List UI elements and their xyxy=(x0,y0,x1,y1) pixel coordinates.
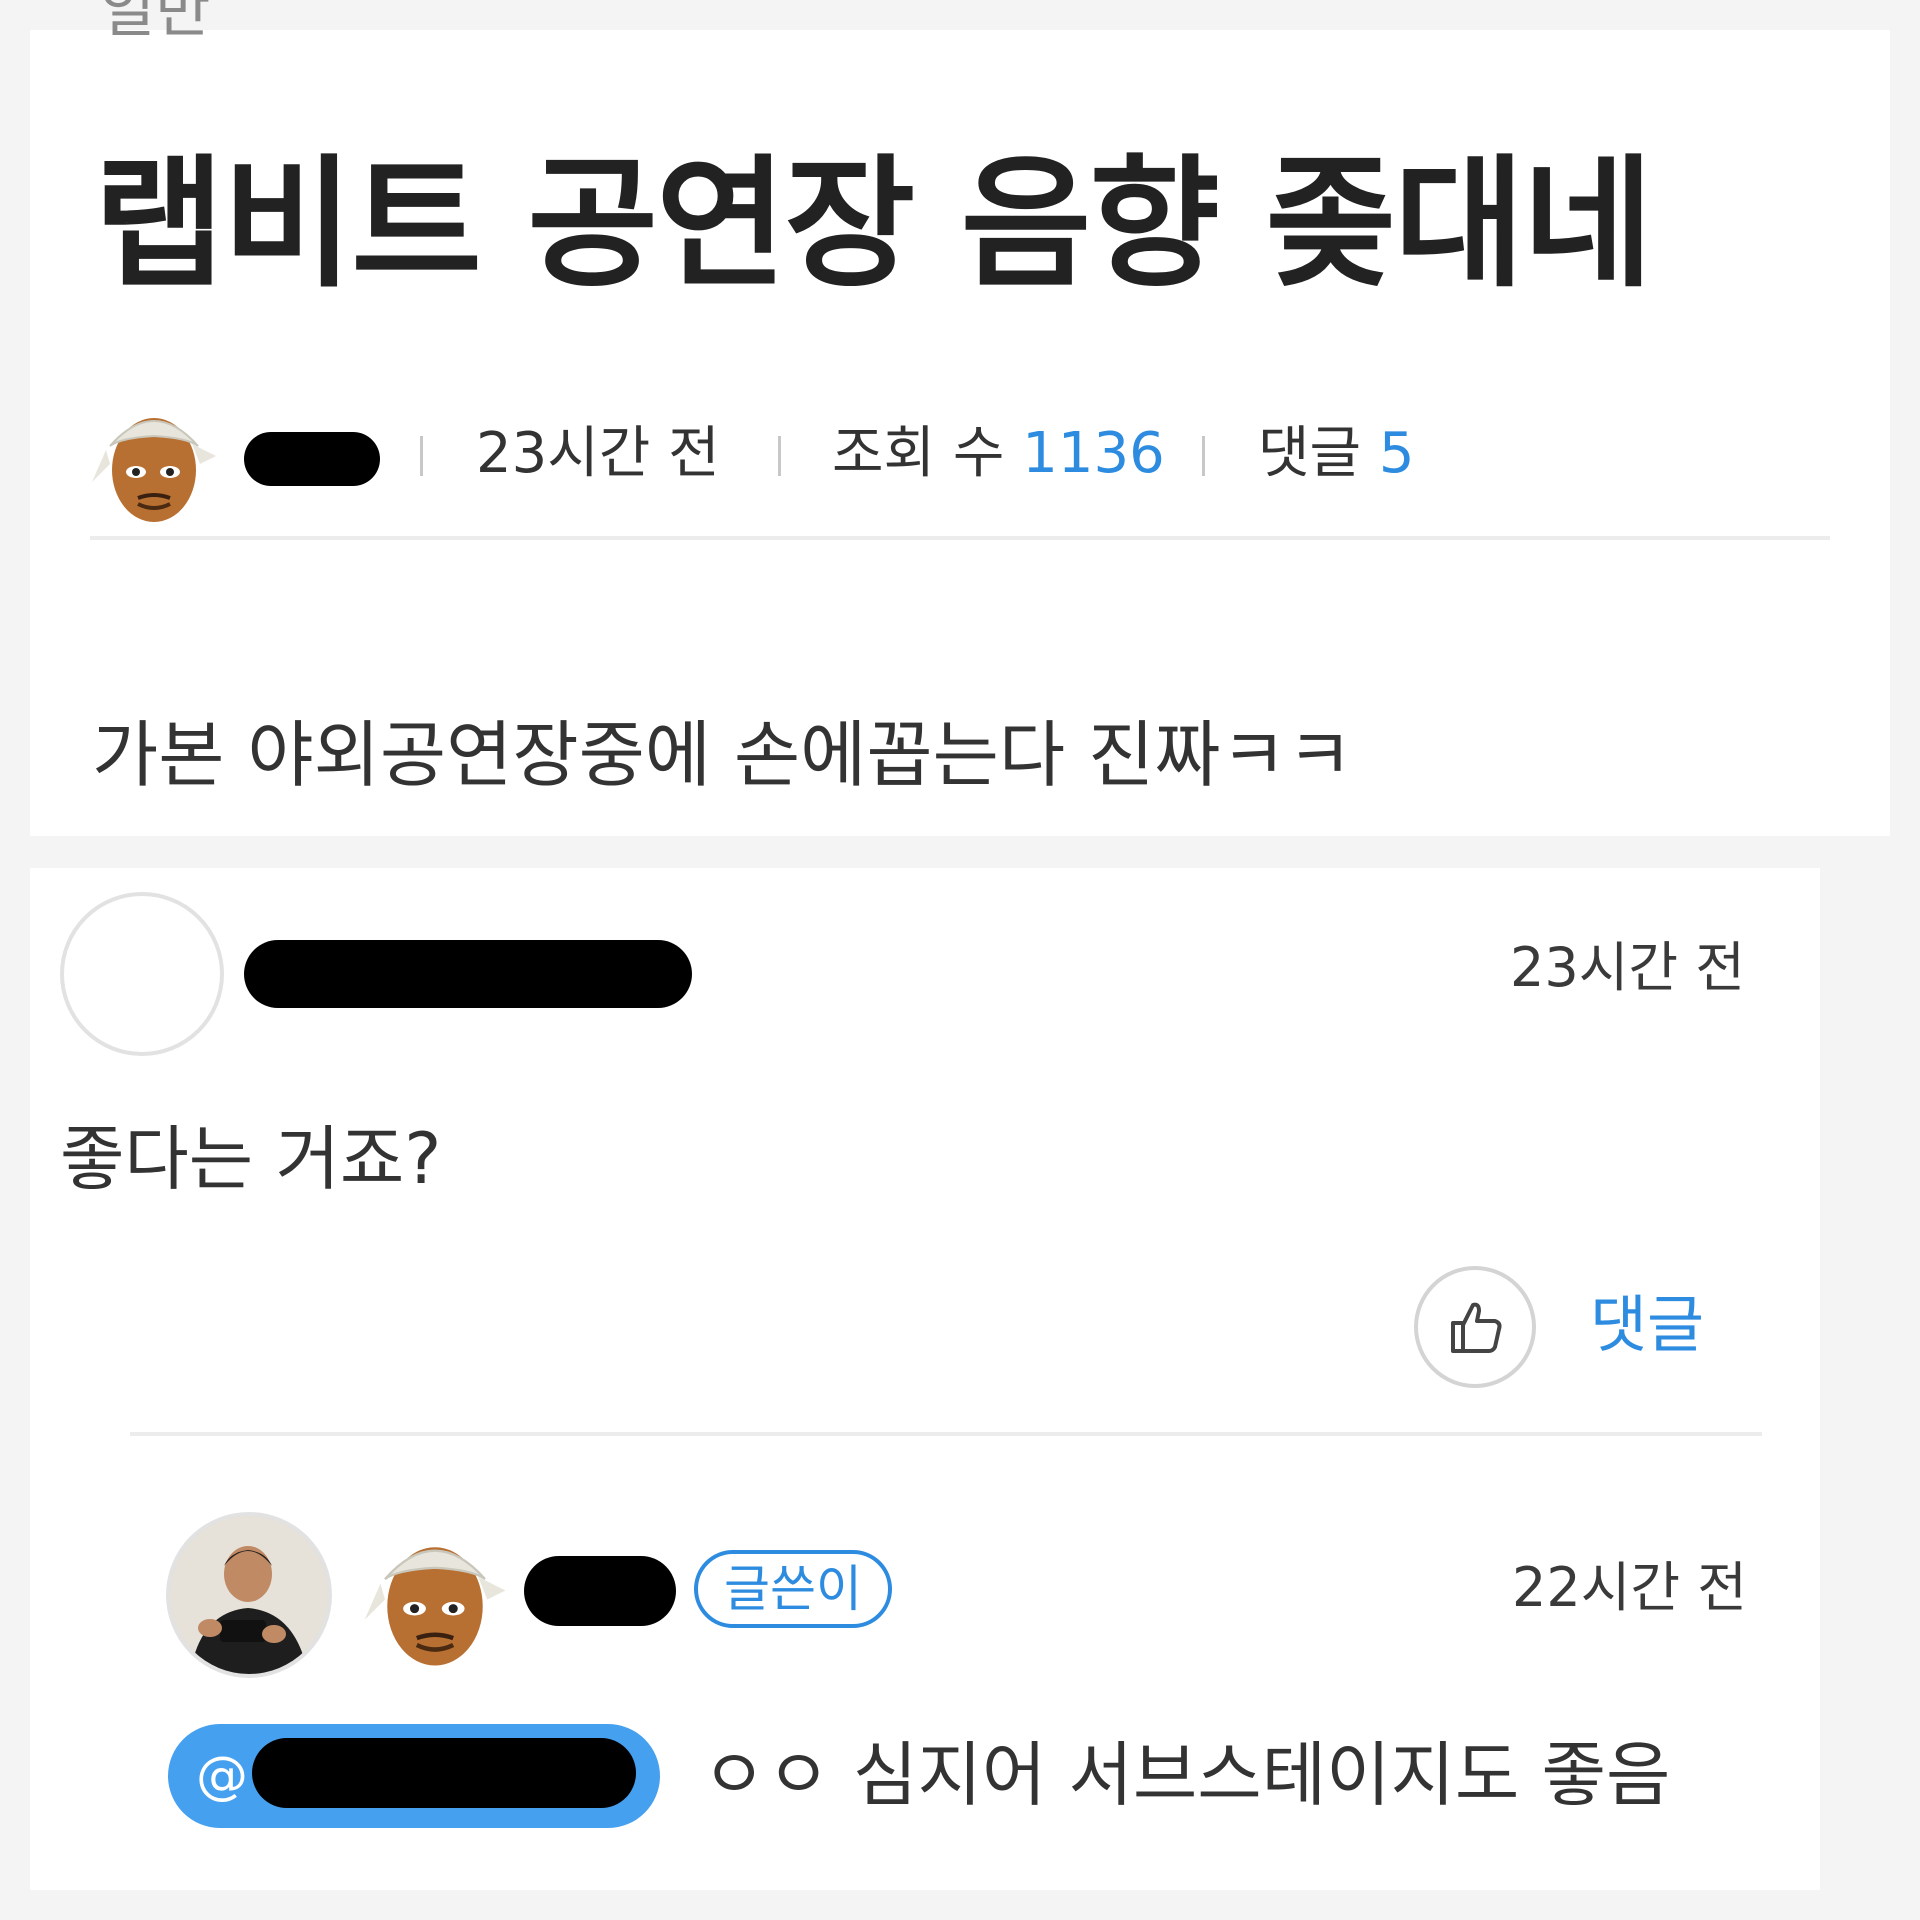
reply-time: 22시간 전 xyxy=(1512,1556,1747,1619)
meta-separator xyxy=(778,436,781,476)
comment-avatar[interactable] xyxy=(60,892,224,1056)
author-name-redacted[interactable] xyxy=(244,432,380,486)
person-photo-icon xyxy=(170,1516,328,1674)
post-comment-count[interactable]: 댓글 5 xyxy=(1258,424,1415,484)
author-badge: 글쓴이 xyxy=(694,1550,892,1628)
comments-count: 5 xyxy=(1378,421,1415,486)
reply-author-redacted[interactable] xyxy=(524,1556,676,1626)
views-label: 조회 수 xyxy=(832,421,1005,486)
mention-prefix: @ xyxy=(196,1746,248,1806)
comment-time: 23시간 전 xyxy=(1510,936,1745,999)
author-avatar[interactable] xyxy=(88,394,220,526)
reply-text: ㅇㅇ 심지어 서브스테이지도 좋음 xyxy=(702,1734,1671,1816)
reply-button[interactable]: 댓글 xyxy=(1590,1290,1704,1360)
post-header-divider xyxy=(90,536,1830,540)
post-views: 조회 수 1136 xyxy=(832,424,1165,484)
like-button[interactable] xyxy=(1414,1266,1536,1388)
cartoon-avatar-icon xyxy=(92,418,216,522)
comments-label: 댓글 xyxy=(1258,421,1362,486)
reply-avatar-photo[interactable] xyxy=(166,1512,332,1678)
thumbs-up-icon xyxy=(1451,1302,1502,1353)
comment-divider xyxy=(130,1432,1762,1436)
post-title: 랩비트 공연장 음향 좆대네 xyxy=(94,142,1653,307)
mention-name-redacted xyxy=(252,1738,636,1808)
post-category[interactable]: 일반 xyxy=(100,0,210,60)
comment-text: 좋다는 거죠? xyxy=(60,1118,442,1200)
comment-author-redacted[interactable] xyxy=(244,940,692,1008)
post-time: 23시간 전 xyxy=(476,421,720,486)
reply-author-avatar[interactable] xyxy=(360,1520,510,1670)
views-count: 1136 xyxy=(1022,421,1165,486)
post-body: 가본 야외공연장중에 손에꼽는다 진짜ㅋㅋ xyxy=(92,713,1353,797)
cartoon-avatar-icon xyxy=(364,1547,506,1666)
meta-separator xyxy=(1202,436,1205,476)
meta-separator xyxy=(420,436,423,476)
